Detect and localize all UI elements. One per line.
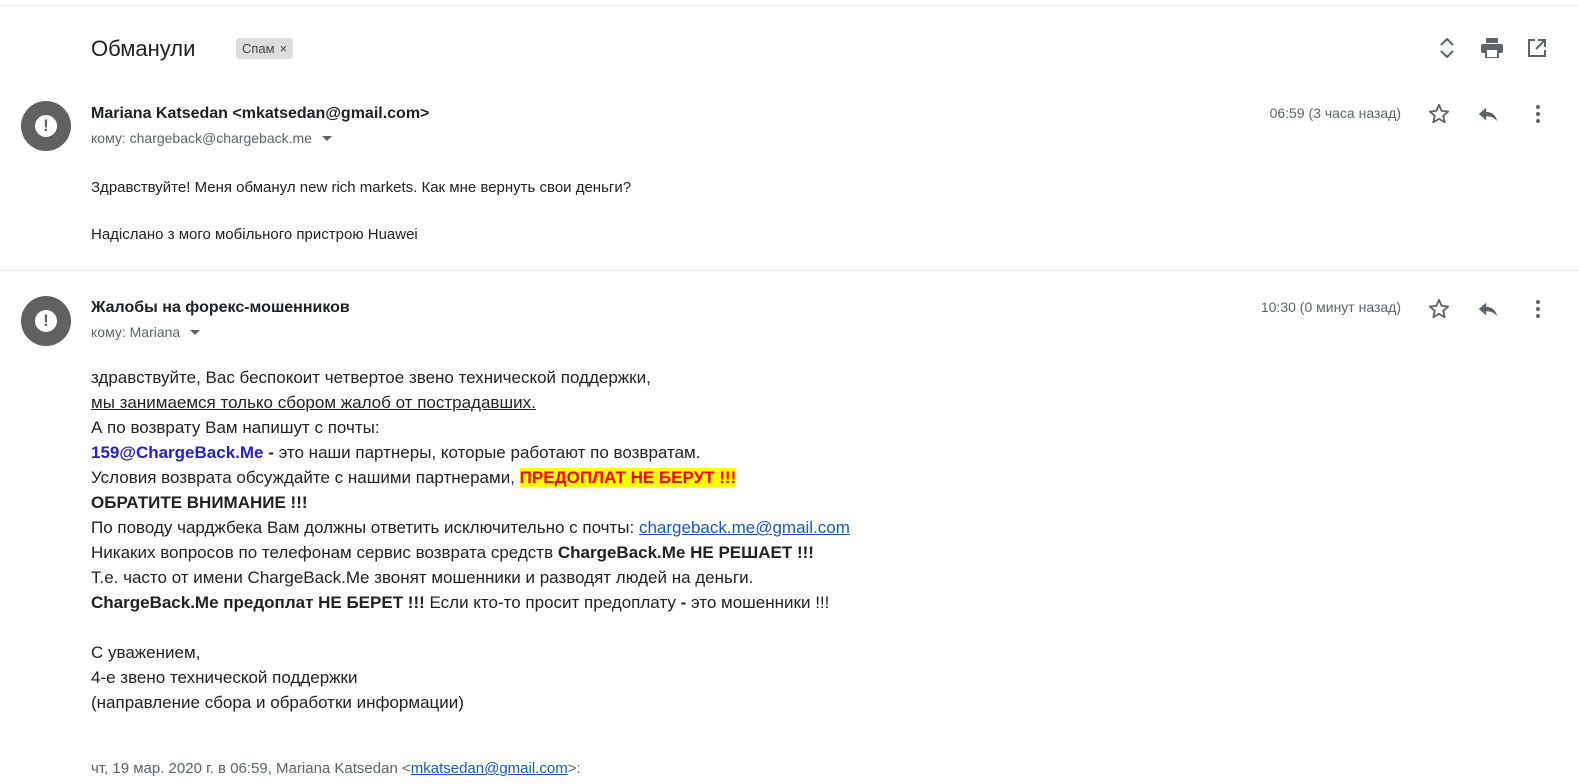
body-line: (направление сбора и обработки информаци… (91, 693, 464, 712)
body-text: По поводу чарджбека Вам должны ответить … (91, 518, 639, 537)
body-line: мы занимаемся только сбором жалоб от пос… (91, 393, 536, 412)
reply-icon[interactable] (1476, 102, 1500, 126)
body-line: 4-е звено технической поддержки (91, 668, 358, 687)
email-link[interactable]: chargeback.me@gmail.com (639, 518, 850, 537)
details-dropdown-icon[interactable] (190, 329, 201, 335)
bold-text: ChargeBack.Me предоплат НЕ БЕРЕТ !!! (91, 593, 425, 612)
sender-name[interactable]: Жалобы на форекс-мошенников (91, 299, 350, 317)
message-time: 06:59 (3 часа назад) (1269, 105, 1401, 121)
body-line: Никаких вопросов по телефонам сервис воз… (91, 540, 850, 565)
body-text: это наши партнеры, которые работают по в… (278, 443, 701, 462)
details-dropdown-icon[interactable] (321, 135, 332, 141)
message-signature: Надіслано з мого мобільного пристрою Hua… (91, 226, 418, 243)
body-line: А по возврату Вам напишут с почты: (91, 418, 380, 437)
message-time: 10:30 (0 минут назад) (1260, 299, 1401, 315)
message-body: здравствуйте, Вас беспокоит четвертое зв… (91, 365, 850, 715)
body-text: Условия возврата обсуждайте с нашими пар… (91, 468, 520, 487)
star-icon[interactable] (1427, 297, 1451, 321)
recipient-line[interactable]: кому: Mariana (91, 324, 201, 340)
partner-email: 159@ChargeBack.Me (91, 443, 264, 462)
quote-email-link[interactable]: mkatsedan@gmail.com (411, 760, 568, 777)
expand-collapse-icon[interactable] (1435, 36, 1459, 60)
quoted-message-header: чт, 19 мар. 2020 г. в 06:59, Mariana Kat… (91, 760, 581, 777)
quote-suffix: >: (567, 760, 581, 777)
bold-text: ChargeBack.Me НЕ РЕШАЕТ !!! (557, 543, 814, 562)
warning-icon: ! (35, 310, 57, 332)
spam-label-text: Спам (242, 41, 275, 56)
recipient-line[interactable]: кому: chargeback@chargeback.me (91, 130, 332, 146)
body-text: Если кто-то просит предоплату (424, 593, 681, 612)
recipient-text: кому: Mariana (91, 324, 181, 340)
open-new-window-icon[interactable] (1525, 36, 1549, 60)
reply-icon[interactable] (1476, 297, 1500, 321)
body-line: ОБРАТИТЕ ВНИМАНИЕ !!! (91, 493, 308, 512)
print-icon[interactable] (1480, 36, 1504, 60)
more-options-icon[interactable] (1526, 297, 1550, 321)
sender-avatar: ! (21, 101, 71, 151)
body-line: Т.е. часто от имени ChargeBack.Me звонят… (91, 568, 754, 587)
sender-avatar: ! (21, 296, 71, 346)
message-divider (0, 270, 1579, 271)
body-line: Условия возврата обсуждайте с нашими пар… (91, 465, 850, 490)
body-line: ChargeBack.Me предоплат НЕ БЕРЕТ !!! Есл… (91, 590, 850, 615)
thread-subject: Обманули (91, 36, 196, 61)
quote-prefix: чт, 19 мар. 2020 г. в 06:59, Mariana Kat… (91, 760, 411, 777)
body-line: здравствуйте, Вас беспокоит четвертое зв… (91, 368, 651, 387)
body-line: С уважением, (91, 643, 201, 662)
recipient-text: кому: chargeback@chargeback.me (91, 130, 312, 146)
body-text: это мошенники !!! (686, 593, 830, 612)
star-icon[interactable] (1427, 102, 1451, 126)
warning-icon: ! (35, 115, 57, 137)
spam-label-chip[interactable]: Спам × (236, 38, 294, 59)
message-body-line: Здравствуйте! Меня обманул new rich mark… (91, 179, 632, 196)
more-options-icon[interactable] (1526, 102, 1550, 126)
highlight-warning: ПРЕДОПЛАТ НЕ БЕРУТ !!! (519, 468, 737, 487)
remove-label-icon[interactable]: × (280, 41, 288, 56)
body-line: 159@ChargeBack.Me - это наши партнеры, к… (91, 440, 850, 465)
dash: - (263, 443, 279, 462)
body-line: По поводу чарджбека Вам должны ответить … (91, 515, 850, 540)
body-text: Никаких вопросов по телефонам сервис воз… (91, 543, 558, 562)
sender-name[interactable]: Mariana Katsedan <mkatsedan@gmail.com> (91, 105, 429, 123)
top-divider (0, 5, 1579, 6)
